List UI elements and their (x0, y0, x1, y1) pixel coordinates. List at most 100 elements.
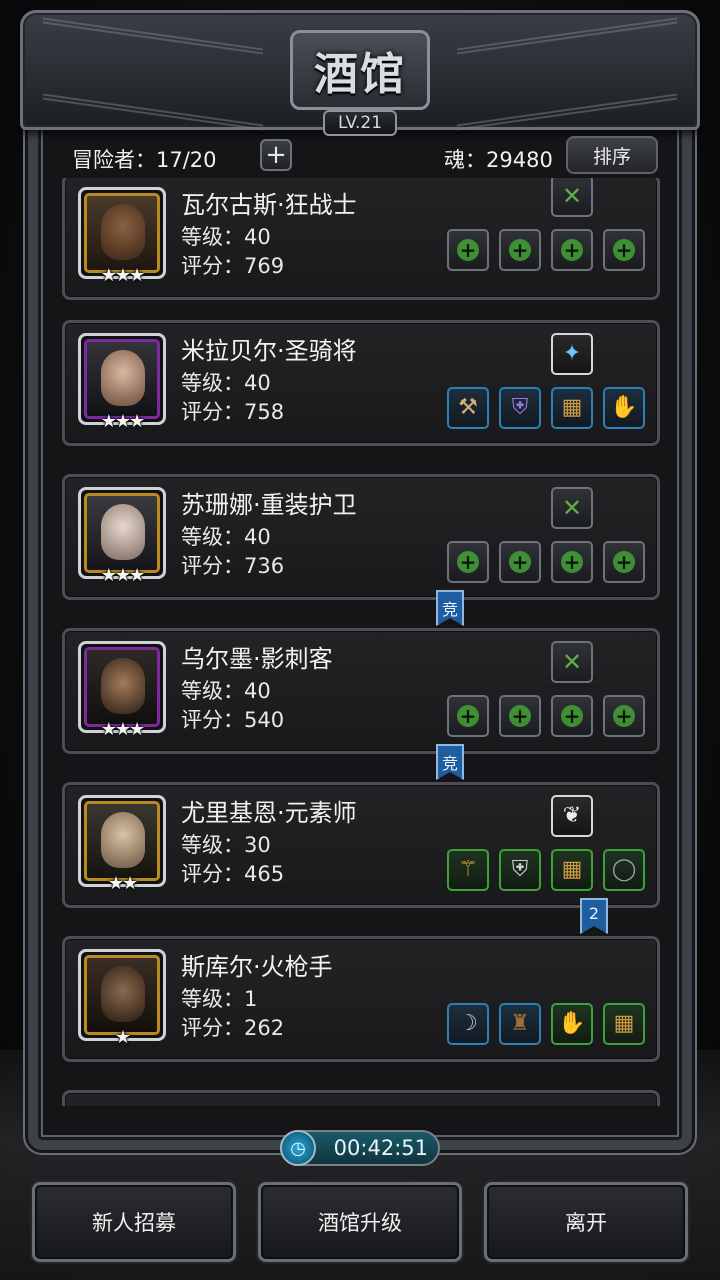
hero-card[interactable] (62, 1090, 660, 1106)
cloak-slot[interactable]: ♜ (499, 1003, 541, 1045)
hero-card[interactable]: ★★★ 瓦尔古斯·狂战士 等级：40 评分：769 ✕ + + + + (62, 178, 660, 300)
accessory-slot[interactable]: + (603, 229, 645, 271)
soul-counter: 魂：29480 (444, 148, 553, 172)
recruit-button[interactable]: 新人招募 (32, 1182, 236, 1262)
empty-skill-icon: ✕ (561, 648, 583, 676)
green-plus-icon: + (509, 550, 531, 574)
weapon-slot[interactable]: + (447, 695, 489, 737)
upgrade-tavern-button[interactable]: 酒馆升级 (258, 1182, 462, 1262)
hero-score: 评分：465 (181, 862, 285, 886)
hero-level: 等级：40 (181, 225, 271, 249)
weapon-slot[interactable]: ☽ (447, 1003, 489, 1045)
star-rating: ★★★ (100, 719, 145, 740)
hero-score: 评分：262 (181, 1016, 285, 1040)
gauntlet-icon: ✋ (558, 1011, 586, 1036)
accessory-slot[interactable]: + (551, 229, 593, 271)
hammer-icon: ⚒ (458, 395, 478, 420)
elementalist-face-icon (101, 812, 145, 868)
tavern-level-badge: LV.21 (323, 110, 397, 136)
refresh-timer: ◷ 00:42:51 (280, 1130, 440, 1166)
blue-spirit-icon: ✦ (562, 341, 582, 366)
hero-name: 乌尔墨·影刺客 (181, 645, 333, 673)
ring-icon: ◯ (611, 857, 637, 882)
skill-slot[interactable]: ✕ (551, 487, 593, 529)
hero-score: 评分：540 (181, 708, 285, 732)
guardian-face-icon (101, 504, 145, 560)
scythe-icon: ☽ (458, 1011, 478, 1036)
armor-slot[interactable]: ⛨ (499, 849, 541, 891)
header-bar: 冒险者：17/20 + 魂：29480 排序 (60, 134, 660, 178)
hero-name: 斯库尔·火枪手 (181, 953, 333, 981)
chest-slot[interactable]: ▦ (551, 849, 593, 891)
accessory-slot[interactable]: + (603, 695, 645, 737)
green-plus-icon: + (457, 704, 479, 728)
empty-skill-icon: ✕ (561, 494, 583, 522)
hero-portrait: ★ (78, 949, 166, 1048)
timer-text: 00:42:51 (333, 1136, 428, 1160)
skill-slot[interactable]: ✦ (551, 333, 593, 375)
arena-ribbon: 竞 (436, 590, 464, 626)
hero-card[interactable]: ★★★ 乌尔墨·影刺客 等级：40 评分：540 ✕ + + + + (62, 628, 660, 754)
assassin-face-icon (101, 658, 145, 714)
accessory-slot[interactable]: + (551, 541, 593, 583)
armor-slot[interactable]: + (499, 229, 541, 271)
armor-slot[interactable]: + (499, 695, 541, 737)
hero-portrait: ★★★ (78, 333, 166, 432)
weapon-slot[interactable]: + (447, 229, 489, 271)
chest-icon: ▦ (561, 395, 583, 420)
hero-name: 米拉贝尔·圣骑将 (181, 337, 357, 365)
gauntlet-slot[interactable]: ✋ (551, 1003, 593, 1045)
hero-portrait: ★★ (78, 795, 166, 894)
rank-ribbon: 2 (580, 898, 608, 934)
berserker-face-icon (101, 204, 145, 260)
armor-slot[interactable]: + (499, 541, 541, 583)
staff-icon: ⚚ (458, 857, 478, 882)
weapon-slot[interactable]: ⚒ (447, 387, 489, 429)
star-rating: ★★★ (100, 265, 145, 286)
hero-name: 瓦尔古斯·狂战士 (181, 191, 357, 219)
accessory-slot[interactable]: + (551, 695, 593, 737)
weapon-slot[interactable]: + (447, 541, 489, 583)
adventurer-count: 冒险者：17/20 (72, 148, 217, 172)
hero-list[interactable]: ★★★ 瓦尔古斯·狂战士 等级：40 评分：769 ✕ + + + + ★★★ … (60, 178, 662, 1106)
clock-icon: ◷ (280, 1130, 316, 1166)
green-plus-icon: + (561, 704, 583, 728)
chest-slot[interactable]: ▦ (603, 1003, 645, 1045)
sort-button[interactable]: 排序 (566, 136, 658, 174)
feather-icon: ❦ (562, 803, 582, 828)
add-slot-button[interactable]: + (260, 139, 292, 171)
green-plus-icon: + (561, 550, 583, 574)
ring-slot[interactable]: ◯ (603, 849, 645, 891)
gauntlet-slot[interactable]: ✋ (603, 387, 645, 429)
armor-slot[interactable]: ⛨ (499, 387, 541, 429)
skill-slot[interactable]: ✕ (551, 641, 593, 683)
star-rating: ★ (114, 1027, 131, 1048)
star-rating: ★★★ (100, 565, 145, 586)
weapon-slot[interactable]: ⚚ (447, 849, 489, 891)
hero-score: 评分：758 (181, 400, 285, 424)
skill-slot[interactable]: ❦ (551, 795, 593, 837)
hero-name: 尤里基恩·元素师 (181, 799, 357, 827)
empty-skill-icon: ✕ (561, 182, 583, 210)
skill-slot[interactable]: ✕ (551, 178, 593, 217)
green-plus-icon: + (457, 238, 479, 262)
accessory-slot[interactable]: + (603, 541, 645, 583)
hero-portrait: ★★★ (78, 187, 166, 286)
star-rating: ★★★ (100, 411, 145, 432)
chest-slot[interactable]: ▦ (551, 387, 593, 429)
hero-card[interactable]: ★★★ 米拉贝尔·圣骑将 等级：40 评分：758 ✦ ⚒ ⛨ ▦ ✋ (62, 320, 660, 446)
green-plus-icon: + (509, 238, 531, 262)
green-plus-icon: + (613, 704, 635, 728)
hero-card[interactable]: ★★★ 苏珊娜·重装护卫 等级：40 评分：736 ✕ + + + + (62, 474, 660, 600)
hero-score: 评分：769 (181, 254, 285, 278)
hero-level: 等级：40 (181, 525, 271, 549)
hero-card[interactable]: ★★ 尤里基恩·元素师 等级：30 评分：465 ❦ ⚚ ⛨ ▦ ◯ (62, 782, 660, 908)
hero-card[interactable]: ★ 斯库尔·火枪手 等级：1 评分：262 ☽ ♜ ✋ ▦ (62, 936, 660, 1062)
armor-icon: ⛨ (511, 395, 529, 420)
green-plus-icon: + (613, 238, 635, 262)
leave-button[interactable]: 离开 (484, 1182, 688, 1262)
hero-level: 等级：30 (181, 833, 271, 857)
chestplate-icon: ⛨ (511, 857, 529, 882)
hero-name: 苏珊娜·重装护卫 (181, 491, 357, 519)
hero-level: 等级：40 (181, 679, 271, 703)
